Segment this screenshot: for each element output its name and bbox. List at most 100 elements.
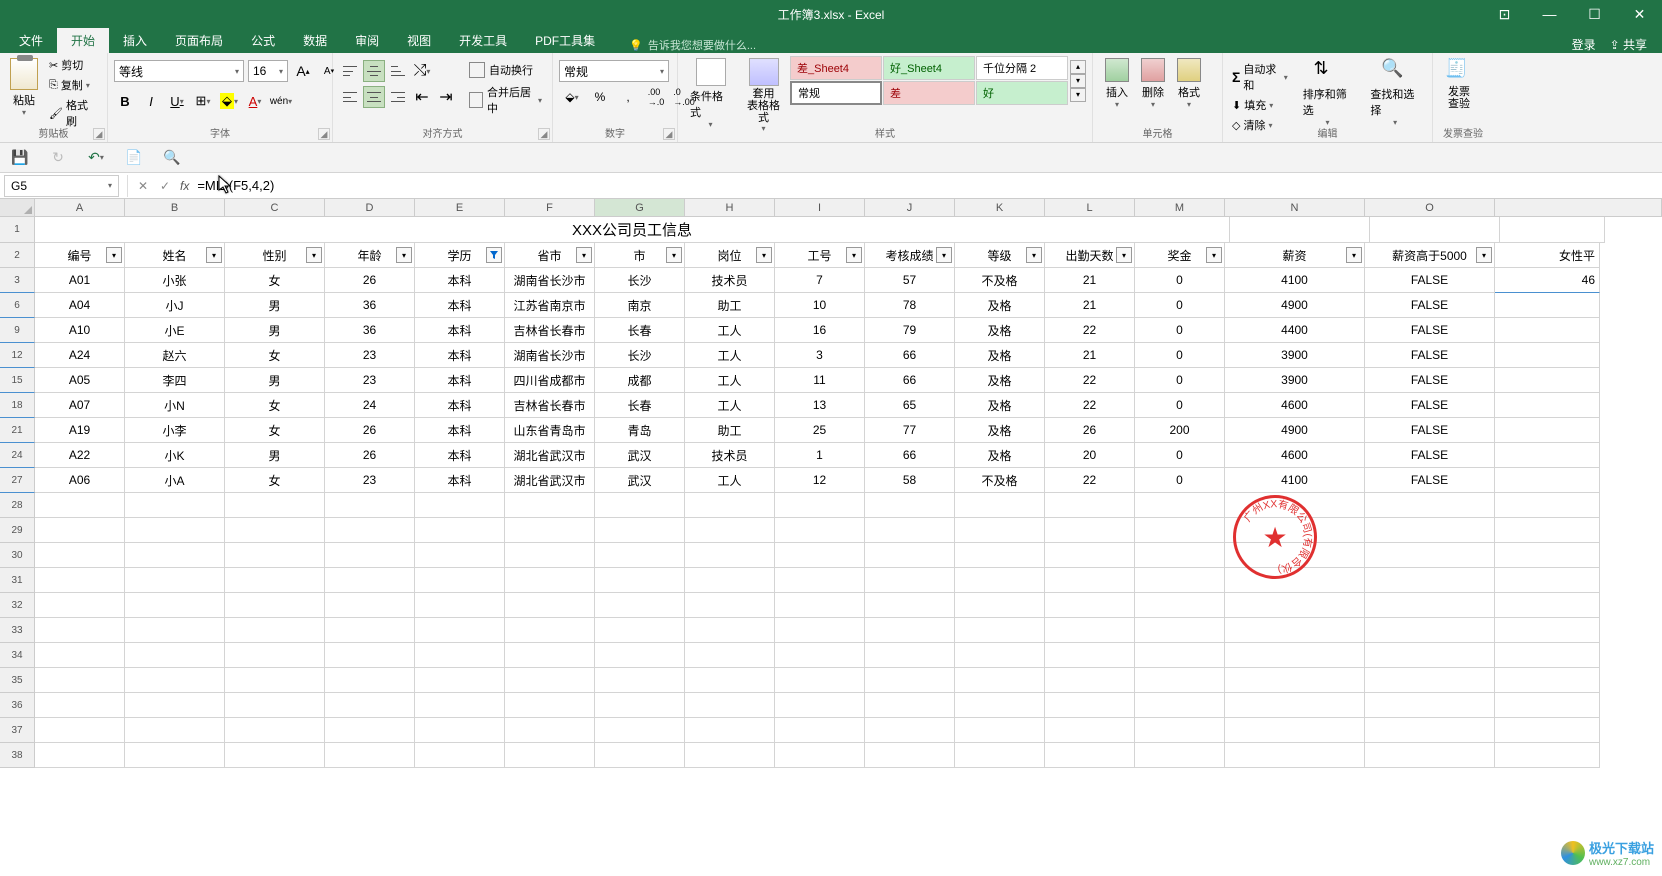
column-filter-1[interactable]: 姓名▾: [125, 243, 225, 268]
cell[interactable]: 22: [1045, 393, 1135, 418]
cell[interactable]: 77: [865, 418, 955, 443]
comma-style-button[interactable]: ,: [615, 86, 641, 108]
cell[interactable]: [1135, 718, 1225, 743]
row-header[interactable]: 31: [0, 568, 35, 593]
cell[interactable]: [865, 743, 955, 768]
cell[interactable]: [775, 493, 865, 518]
cell[interactable]: [955, 618, 1045, 643]
align-right-button[interactable]: [387, 86, 409, 108]
cell[interactable]: [955, 643, 1045, 668]
cell[interactable]: FALSE: [1365, 318, 1495, 343]
cell[interactable]: [225, 693, 325, 718]
cell[interactable]: [415, 568, 505, 593]
cell[interactable]: [1365, 643, 1495, 668]
cell[interactable]: A06: [35, 468, 125, 493]
cell[interactable]: [865, 568, 955, 593]
cell[interactable]: [125, 693, 225, 718]
cell[interactable]: [1135, 493, 1225, 518]
cell[interactable]: 成都: [595, 368, 685, 393]
cell[interactable]: [1225, 643, 1365, 668]
cell[interactable]: 小E: [125, 318, 225, 343]
cell[interactable]: 4600: [1225, 443, 1365, 468]
autosum-button[interactable]: Σ自动求和▾: [1229, 60, 1291, 94]
ribbon-tab-PDF工具集[interactable]: PDF工具集: [521, 28, 609, 53]
cell[interactable]: 技术员: [685, 443, 775, 468]
cell[interactable]: [595, 493, 685, 518]
cell[interactable]: 23: [325, 468, 415, 493]
border-button[interactable]: ⊞▾: [192, 90, 214, 112]
cell[interactable]: 湖南省长沙市: [505, 268, 595, 293]
ribbon-tab-页面布局[interactable]: 页面布局: [161, 28, 237, 53]
print-preview-button[interactable]: 🔍: [162, 148, 182, 168]
filter-dropdown-button[interactable]: ▾: [756, 247, 772, 263]
cell[interactable]: [415, 518, 505, 543]
cell[interactable]: [1135, 618, 1225, 643]
row-header[interactable]: 30: [0, 543, 35, 568]
cell[interactable]: [1135, 693, 1225, 718]
cell[interactable]: [225, 668, 325, 693]
cell[interactable]: [1225, 668, 1365, 693]
align-left-button[interactable]: [339, 86, 361, 108]
column-filter-10[interactable]: 等级▾: [955, 243, 1045, 268]
title-cell[interactable]: XXX公司员工信息: [35, 217, 1230, 243]
cell[interactable]: 12: [775, 468, 865, 493]
align-center-button[interactable]: [363, 86, 385, 108]
cell[interactable]: [685, 743, 775, 768]
cell[interactable]: [595, 743, 685, 768]
cell[interactable]: [865, 543, 955, 568]
cell[interactable]: [865, 618, 955, 643]
cell[interactable]: [1045, 618, 1135, 643]
cell[interactable]: [1135, 643, 1225, 668]
ribbon-tab-数据[interactable]: 数据: [289, 28, 341, 53]
cell[interactable]: 及格: [955, 368, 1045, 393]
cell[interactable]: [325, 593, 415, 618]
cell[interactable]: [225, 543, 325, 568]
cell[interactable]: 23: [325, 368, 415, 393]
cell[interactable]: A07: [35, 393, 125, 418]
delete-cells-button[interactable]: 删除▾: [1135, 56, 1171, 111]
font-name-select[interactable]: 等线▾: [114, 60, 244, 82]
column-filter-0[interactable]: 编号▾: [35, 243, 125, 268]
cell[interactable]: [125, 668, 225, 693]
cell[interactable]: [505, 493, 595, 518]
column-filter-9[interactable]: 考核成绩▾: [865, 243, 955, 268]
cell[interactable]: [775, 643, 865, 668]
cell[interactable]: [1365, 518, 1495, 543]
row-header[interactable]: 34: [0, 643, 35, 668]
cell[interactable]: 0: [1135, 393, 1225, 418]
cell[interactable]: FALSE: [1365, 393, 1495, 418]
cell[interactable]: [595, 643, 685, 668]
style-gallery-scroll[interactable]: ▴▾▾: [1070, 60, 1086, 102]
ribbon-tab-插入[interactable]: 插入: [109, 28, 161, 53]
filter-dropdown-button[interactable]: ▾: [1346, 247, 1362, 263]
cell[interactable]: [415, 618, 505, 643]
formula-input[interactable]: [193, 178, 1662, 193]
cell[interactable]: [125, 543, 225, 568]
column-header-O[interactable]: O: [1365, 199, 1495, 216]
bold-button[interactable]: B: [114, 90, 136, 112]
cell[interactable]: 66: [865, 343, 955, 368]
cell[interactable]: [595, 593, 685, 618]
cell[interactable]: [35, 693, 125, 718]
cell[interactable]: [225, 568, 325, 593]
column-filter-5[interactable]: 省市▾: [505, 243, 595, 268]
accounting-format-button[interactable]: ⬙▾: [559, 86, 585, 108]
cell-style-bad-sheet4[interactable]: 差_Sheet4: [790, 56, 882, 80]
cell[interactable]: 工人: [685, 468, 775, 493]
cell[interactable]: A05: [35, 368, 125, 393]
cell[interactable]: 小A: [125, 468, 225, 493]
cell[interactable]: 22: [1045, 368, 1135, 393]
cell[interactable]: 男: [225, 368, 325, 393]
cell[interactable]: [865, 518, 955, 543]
cell[interactable]: [1135, 668, 1225, 693]
cell[interactable]: 21: [1045, 268, 1135, 293]
cell[interactable]: 男: [225, 443, 325, 468]
cell[interactable]: 22: [1045, 318, 1135, 343]
column-header-G[interactable]: G: [595, 199, 685, 216]
cell[interactable]: A19: [35, 418, 125, 443]
cell[interactable]: [1365, 668, 1495, 693]
cell[interactable]: [1365, 493, 1495, 518]
cell[interactable]: FALSE: [1365, 418, 1495, 443]
ribbon-tab-审阅[interactable]: 审阅: [341, 28, 393, 53]
cell[interactable]: [775, 543, 865, 568]
